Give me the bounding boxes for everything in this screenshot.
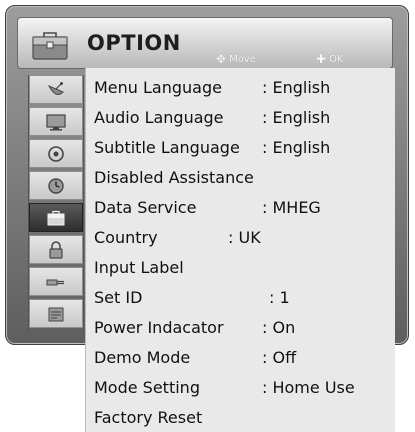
input-plug-icon [46, 279, 64, 285]
move-arrows-icon: ✥ [216, 52, 227, 66]
ok-hint: ✚ OK [316, 52, 344, 66]
audio-disc-icon [48, 145, 64, 162]
sidebar-item-audio[interactable] [29, 139, 83, 168]
sidebar-item-input[interactable] [29, 267, 83, 296]
sidebar-item-picture[interactable] [29, 107, 83, 136]
lock-icon [49, 240, 63, 259]
move-hint-label: Move [229, 53, 256, 65]
sidebar-item-usb[interactable] [29, 299, 83, 328]
ok-hint-label: OK [329, 53, 344, 65]
option-menu-list: Menu Language : English Audio Language :… [85, 68, 395, 432]
clock-icon [48, 177, 64, 194]
sidebar-item-lock[interactable] [29, 235, 83, 264]
sidebar-item-setup[interactable] [29, 75, 83, 104]
menu-header: OPTION ✥ Move ✚ OK [17, 17, 393, 69]
usb-media-icon [48, 307, 64, 321]
ok-button-icon: ✚ [316, 52, 327, 66]
sidebar-item-option[interactable] [29, 203, 83, 232]
option-toolbox-icon [30, 28, 70, 62]
move-hint: ✥ Move [216, 52, 256, 66]
monitor-icon [46, 113, 66, 130]
category-sidebar [28, 75, 84, 333]
sidebar-item-time[interactable] [29, 171, 83, 200]
satellite-dish-icon [47, 81, 64, 95]
option-toolbox-icon [47, 210, 65, 225]
page-title: OPTION [87, 31, 181, 55]
